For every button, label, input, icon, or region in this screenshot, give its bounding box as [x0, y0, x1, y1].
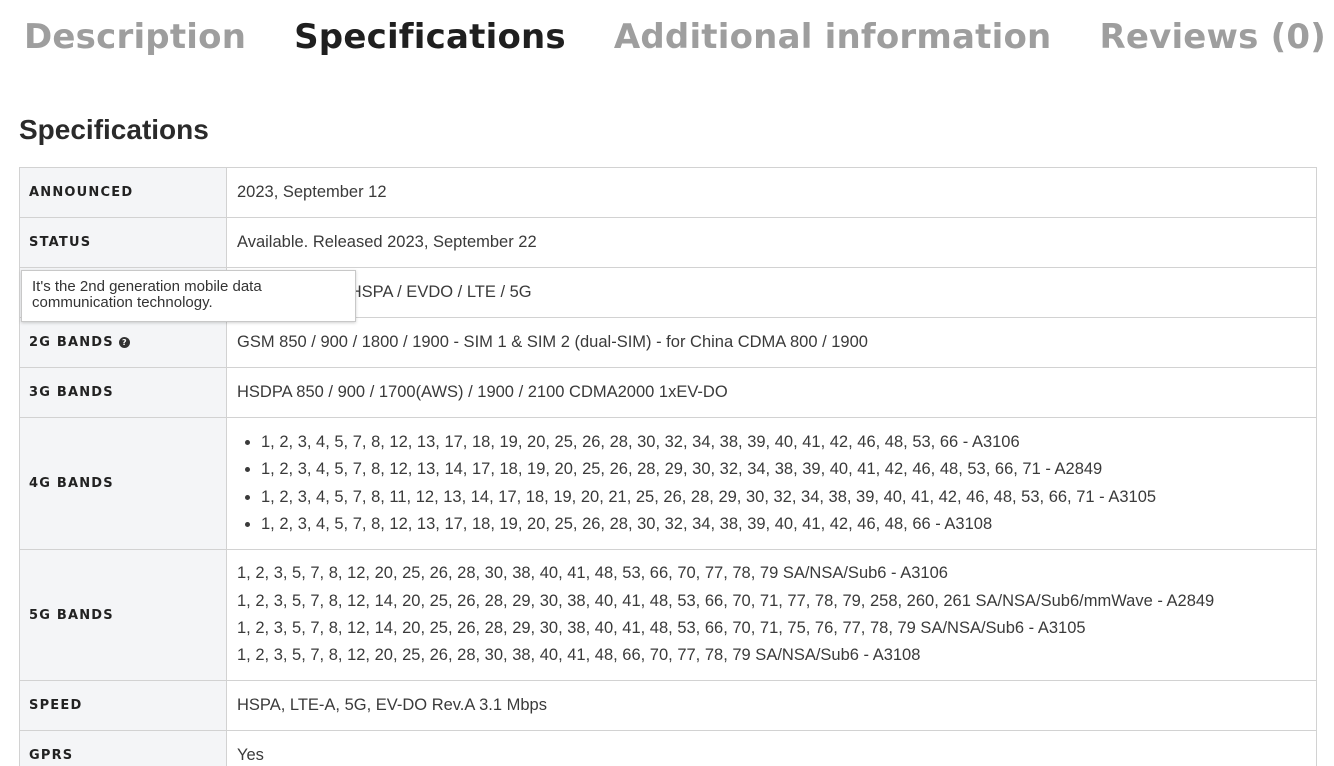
- band-line: 1, 2, 3, 5, 7, 8, 12, 20, 25, 26, 28, 30…: [237, 564, 948, 583]
- band-list: 1, 2, 3, 4, 5, 7, 8, 12, 13, 17, 18, 19,…: [237, 429, 1316, 538]
- spec-key: 2G BANDS?: [19, 317, 227, 368]
- list-item: 1, 2, 3, 4, 5, 7, 8, 11, 12, 13, 14, 17,…: [261, 484, 1316, 511]
- spec-key: 5G BANDS: [19, 549, 227, 681]
- spec-value: 1, 2, 3, 5, 7, 8, 12, 20, 25, 26, 28, 30…: [226, 549, 1317, 681]
- spec-key: ANNOUNCED: [19, 167, 227, 218]
- spec-value: Available. Released 2023, September 22: [226, 217, 1317, 268]
- tab-description[interactable]: Description: [24, 17, 246, 57]
- tab-reviews[interactable]: Reviews (0): [1099, 17, 1326, 57]
- help-tooltip: It's the 2nd generation mobile data comm…: [21, 270, 356, 322]
- spec-value: GSM 850 / 900 / 1800 / 1900 - SIM 1 & SI…: [226, 317, 1317, 368]
- list-item: 1, 2, 3, 4, 5, 7, 8, 12, 13, 17, 18, 19,…: [261, 429, 1316, 456]
- spec-value: 2023, September 12: [226, 167, 1317, 218]
- band-line: 1, 2, 3, 5, 7, 8, 12, 14, 20, 25, 26, 28…: [237, 591, 1215, 610]
- band-line: 1, 2, 3, 5, 7, 8, 12, 20, 25, 26, 28, 30…: [237, 646, 921, 665]
- section-title: Specifications: [19, 114, 209, 145]
- spec-row-status: STATUS Available. Released 2023, Septemb…: [19, 217, 1317, 268]
- spec-key: 4G BANDS: [19, 417, 227, 550]
- spec-row-4g-bands: 4G BANDS 1, 2, 3, 4, 5, 7, 8, 12, 13, 17…: [19, 417, 1317, 550]
- spec-key: SPEED: [19, 680, 227, 731]
- spec-key: STATUS: [19, 217, 227, 268]
- spec-row-3g-bands: 3G BANDS HSDPA 850 / 900 / 1700(AWS) / 1…: [19, 367, 1317, 418]
- spec-key: 3G BANDS: [19, 367, 227, 418]
- spec-row-2g-bands: 2G BANDS? GSM 850 / 900 / 1800 / 1900 - …: [19, 317, 1317, 368]
- product-tabs: Description Specifications Additional in…: [24, 12, 1334, 62]
- tab-specifications[interactable]: Specifications: [294, 17, 566, 57]
- spec-value: HSPA, LTE-A, 5G, EV-DO Rev.A 3.1 Mbps: [226, 680, 1317, 731]
- spec-row-gprs: GPRS Yes: [19, 730, 1317, 766]
- spec-value: HSDPA 850 / 900 / 1700(AWS) / 1900 / 210…: [226, 367, 1317, 418]
- tab-additional-information[interactable]: Additional information: [614, 17, 1052, 57]
- list-item: 1, 2, 3, 4, 5, 7, 8, 12, 13, 17, 18, 19,…: [261, 511, 1316, 538]
- list-item: 1, 2, 3, 4, 5, 7, 8, 12, 13, 14, 17, 18,…: [261, 456, 1316, 483]
- spec-value: GSM / CDMA / HSPA / EVDO / LTE / 5G: [226, 267, 1317, 318]
- spec-key: GPRS: [19, 730, 227, 766]
- question-circle-icon[interactable]: ?: [118, 337, 130, 348]
- spec-value: 1, 2, 3, 4, 5, 7, 8, 12, 13, 17, 18, 19,…: [226, 417, 1317, 550]
- spec-value: Yes: [226, 730, 1317, 766]
- spec-row-5g-bands: 5G BANDS 1, 2, 3, 5, 7, 8, 12, 20, 25, 2…: [19, 549, 1317, 681]
- specifications-table: ANNOUNCED 2023, September 12 STATUS Avai…: [19, 167, 1317, 766]
- spec-row-announced: ANNOUNCED 2023, September 12: [19, 167, 1317, 218]
- spec-row-speed: SPEED HSPA, LTE-A, 5G, EV-DO Rev.A 3.1 M…: [19, 680, 1317, 731]
- band-line: 1, 2, 3, 5, 7, 8, 12, 14, 20, 25, 26, 28…: [237, 619, 1086, 637]
- spec-key-label: 2G BANDS: [29, 335, 114, 350]
